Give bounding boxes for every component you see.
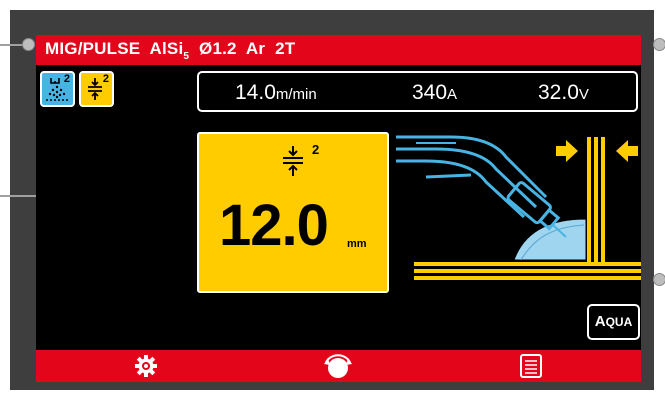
encoder-knob-button[interactable]	[318, 350, 358, 382]
wire-diameter-label: Ø1.2	[199, 39, 237, 58]
bottom-toolbar	[36, 350, 641, 382]
arrow-left-icon	[616, 140, 638, 162]
thickness-value: 12.0	[219, 193, 329, 258]
settings-button[interactable]	[126, 350, 166, 382]
wire-speed-unit: m/min	[275, 86, 317, 103]
title-bar: MIG/PULSE AlSi5 Ø1.2 Ar 2T	[36, 35, 641, 65]
mode-button-thickness[interactable]: 2	[79, 71, 114, 107]
menu-list-icon	[520, 354, 542, 378]
encoder-knob-icon	[324, 354, 352, 378]
thickness-parameter-box[interactable]: 2 12.0 mm	[197, 132, 389, 293]
current-unit: A	[447, 86, 458, 103]
voltage-readout: 32.0V	[538, 81, 589, 105]
material-subscript: 5	[183, 51, 190, 62]
aqua-button[interactable]: AQUA	[587, 304, 640, 340]
callout-dot-title	[22, 38, 35, 51]
callout-line-title	[0, 44, 24, 46]
process-label: MIG/PULSE	[45, 39, 141, 58]
thickness-icon	[283, 146, 303, 176]
voltage-unit: V	[578, 86, 589, 103]
mode-button-superscript: 2	[63, 73, 70, 85]
fillet-weld-torch-illustration	[396, 135, 641, 280]
callout-dot-right-top	[653, 38, 665, 51]
gas-label: Ar	[245, 39, 266, 58]
current-value: 340	[412, 81, 448, 104]
trigger-mode-label: 2T	[275, 39, 296, 58]
parameter-superscript: 2	[312, 142, 320, 157]
mode-button-arc-settings[interactable]: 2	[40, 71, 75, 107]
process-title: MIG/PULSE AlSi5 Ø1.2 Ar 2T	[45, 39, 295, 62]
gear-icon	[135, 355, 157, 377]
wire-speed-readout: 14.0m/min	[235, 81, 317, 105]
aqua-first-letter: A	[594, 313, 606, 330]
menu-button[interactable]	[511, 350, 551, 382]
welder-display: MIG/PULSE AlSi5 Ø1.2 Ar 2T 2 2 14.0m/min…	[36, 35, 641, 382]
thickness-unit: mm	[347, 238, 367, 250]
arrow-right-icon	[556, 140, 578, 162]
wire-speed-value: 14.0	[235, 81, 276, 104]
material-label: AlSi	[149, 39, 184, 58]
aqua-rest: QUA	[605, 315, 633, 329]
current-readout: 340A	[412, 81, 457, 105]
live-readout-panel: 14.0m/min 340A 32.0V	[197, 71, 638, 112]
mode-button-superscript: 2	[102, 73, 109, 85]
voltage-value: 32.0	[538, 81, 579, 104]
callout-dot-right-mid	[653, 273, 665, 286]
